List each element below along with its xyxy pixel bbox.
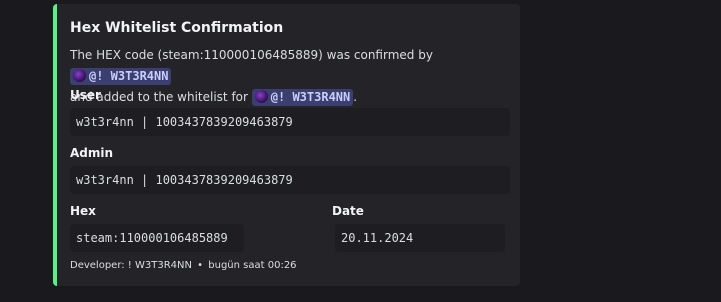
avatar-icon (254, 90, 268, 103)
field-value-date: 20.11.2024 (335, 224, 505, 252)
description-text: The HEX code (steam:110000106485889) was… (70, 48, 433, 62)
footer-text: Developer: ! W3T3R4NN (70, 260, 192, 271)
mention-label: @! W3T3R4NN (89, 69, 169, 83)
avatar-icon (73, 69, 86, 82)
embed-description: The HEX code (steam:110000106485889) was… (70, 45, 510, 108)
field-label-hex: Hex (70, 204, 96, 218)
description-text: . (353, 90, 358, 104)
field-value-hex: steam:110000106485889 (70, 224, 244, 252)
embed-card: Hex Whitelist Confirmation The HEX code … (53, 4, 520, 286)
field-label-user: User (70, 88, 101, 102)
field-label-date: Date (332, 204, 364, 218)
mention-label: @! W3T3R4NN (270, 90, 351, 104)
embed-footer: Developer: ! W3T3R4NN • bugün saat 00:26 (70, 260, 297, 271)
field-value-user: w3t3r4nn | 1003437839209463879 (70, 108, 510, 136)
footer-separator: • (197, 260, 204, 271)
footer-timestamp: bugün saat 00:26 (208, 260, 297, 271)
field-label-admin: Admin (70, 146, 114, 160)
user-mention[interactable]: @! W3T3R4NN (251, 89, 354, 106)
field-value-admin: w3t3r4nn | 1003437839209463879 (70, 166, 510, 194)
user-mention[interactable]: @! W3T3R4NN (70, 68, 172, 85)
embed-title: Hex Whitelist Confirmation (70, 20, 284, 36)
